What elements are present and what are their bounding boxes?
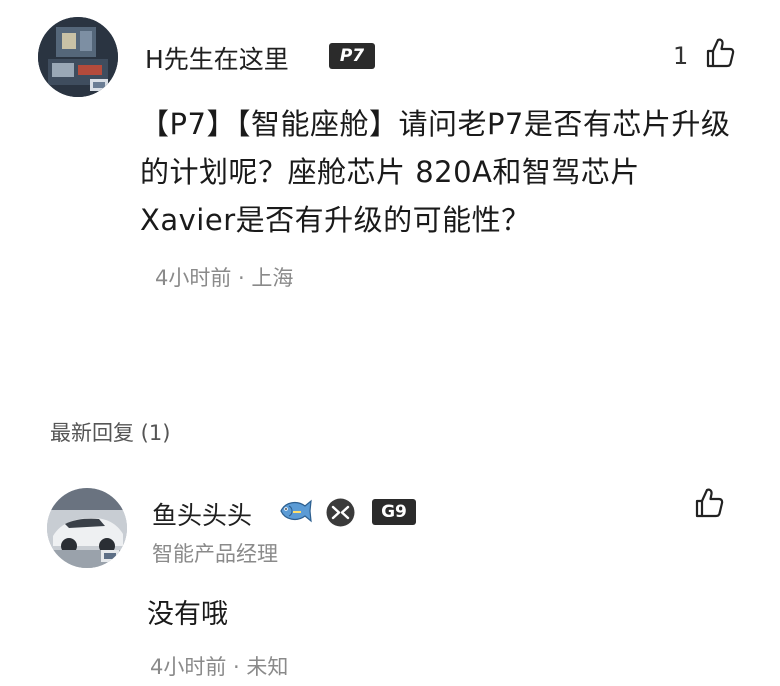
fish-icon (280, 499, 312, 523)
thumbs-up-icon[interactable] (705, 37, 735, 69)
replies-header: 最新回复 (1) (50, 421, 171, 445)
car-model-badge: P7 (329, 43, 375, 69)
comment-meta: 4小时前 · 上海 (155, 266, 294, 290)
xpeng-logo-icon (326, 498, 355, 527)
reply-avatar-image (47, 488, 127, 568)
reply-content: 没有哦 (147, 599, 228, 630)
avatar[interactable] (38, 17, 118, 97)
reply-thumbs-up-icon[interactable] (694, 487, 724, 519)
avatar-image (38, 17, 118, 97)
reply-car-model-badge: G9 (372, 499, 416, 525)
reply-avatar[interactable] (47, 488, 127, 568)
comment-content: 【P7】【智能座舱】请问老P7是否有芯片升级的计划呢？座舱芯片 820A和智驾芯… (140, 107, 731, 237)
reply-username[interactable]: 鱼头头头 (152, 496, 252, 532)
like-count: 1 (673, 42, 689, 70)
reply-user-title: 智能产品经理 (152, 542, 278, 566)
username[interactable]: H先生在这里 (145, 40, 289, 76)
reply-meta: 4小时前 · 未知 (150, 655, 289, 679)
